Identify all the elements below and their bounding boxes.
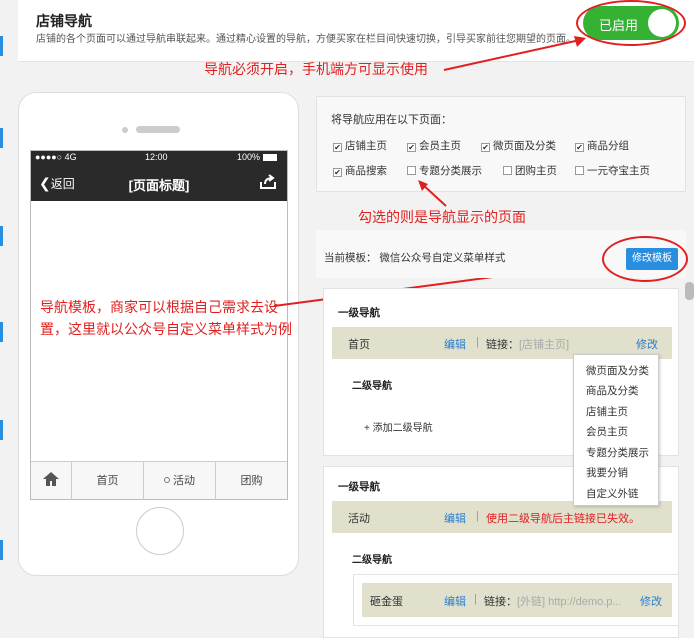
checkbox-store-home[interactable]: ✔ 店铺主页 xyxy=(333,138,387,153)
camera-dot xyxy=(122,127,128,133)
annotation-arrow xyxy=(418,180,447,207)
left-edge-marker xyxy=(0,540,3,560)
tab-groupbuy[interactable]: 团购 xyxy=(215,462,287,500)
nav-item-name: 首页 xyxy=(348,339,370,351)
nav-item-name: 活动 xyxy=(348,513,370,525)
edit-link[interactable]: 编辑 xyxy=(444,510,466,526)
dropdown-item[interactable]: 微页面及分类 xyxy=(586,363,649,378)
phone-tab-bar: 首页 活动 团购 xyxy=(31,461,287,500)
apply-heading: 将导航应用在以下页面： xyxy=(331,114,452,126)
divider: | xyxy=(476,336,479,348)
dropdown-item[interactable]: 会员主页 xyxy=(586,424,628,439)
invalid-link-notice: 使用二级导航后主链接已失效。 xyxy=(486,513,640,525)
left-edge-marker xyxy=(0,322,3,342)
divider: | xyxy=(474,593,477,605)
modify-link[interactable]: 修改 xyxy=(636,336,658,352)
dropdown-item[interactable]: 自定义外链 xyxy=(586,486,639,501)
link-info: 链接：[外链] http://demo.p... xyxy=(484,596,622,608)
dropdown-item[interactable]: 专题分类展示 xyxy=(586,445,649,460)
level2-title: 二级导航 xyxy=(352,381,392,392)
annotation-arrow xyxy=(443,36,586,71)
edit-link[interactable]: 编辑 xyxy=(444,593,466,609)
phone-home-button xyxy=(136,507,184,555)
link-info: 链接：[店铺主页] xyxy=(486,339,570,351)
home-icon[interactable] xyxy=(31,462,71,500)
level2-title: 二级导航 xyxy=(352,555,392,566)
level2-item-name: 砸金蛋 xyxy=(370,596,403,608)
left-edge-marker xyxy=(0,128,3,148)
phone-nav-bar: ❮返回 [页面标题] xyxy=(31,165,287,201)
level1-title: 一级导航 xyxy=(338,481,380,493)
share-icon[interactable] xyxy=(259,174,277,193)
checkbox-micropage[interactable]: ✔ 微页面及分类 xyxy=(481,138,556,153)
level1-title: 一级导航 xyxy=(338,307,380,319)
dropdown-item[interactable]: 店铺主页 xyxy=(586,404,628,419)
battery-icon xyxy=(263,154,277,161)
scrollbar-thumb[interactable] xyxy=(685,282,694,300)
status-bar: ●●●●○ 4G 12:00 100% xyxy=(31,151,287,165)
speaker-slot xyxy=(136,126,180,133)
edit-template-highlight-ring xyxy=(602,236,688,282)
current-template: 当前模板： 微信公众号自定义菜单样式 xyxy=(324,252,506,264)
checkbox-lottery-home[interactable]: 一元夺宝主页 xyxy=(575,163,650,178)
signal-indicator: ●●●●○ 4G xyxy=(35,152,77,162)
template-annotation: 导航模板，商家可以根据自己需求去设置，这里就以公众号自定义菜单样式为例 xyxy=(40,299,292,337)
level2-item-row: 砸金蛋 编辑 | 链接：[外链] http://demo.p... 修改 xyxy=(362,583,672,617)
left-edge-marker xyxy=(0,420,3,440)
apply-pages-panel: 将导航应用在以下页面： ✔ 店铺主页 ✔ 会员主页 ✔ 微页面及分类 ✔ 商品分组 ✔ 商… xyxy=(316,96,686,192)
page-title: 店铺导航 xyxy=(36,13,92,29)
phone-page-title: [页面标题] xyxy=(128,178,190,193)
dropdown-item[interactable]: 我要分销 xyxy=(586,465,628,480)
tab-activity[interactable]: 活动 xyxy=(143,462,215,500)
left-edge-marker xyxy=(0,226,3,246)
level2-item-box: 砸金蛋 编辑 | 链接：[外链] http://demo.p... 修改 xyxy=(353,574,679,626)
dot-icon xyxy=(164,477,170,483)
tab-home[interactable]: 首页 xyxy=(71,462,143,500)
status-time: 12:00 xyxy=(145,152,168,162)
divider: | xyxy=(476,510,479,522)
link-type-dropdown: 微页面及分类 商品及分类 店铺主页 会员主页 专题分类展示 我要分销 自定义外链 xyxy=(573,354,659,506)
checkbox-groupbuy-home[interactable]: 团购主页 xyxy=(503,163,557,178)
add-level2-button[interactable]: + 添加二级导航 xyxy=(364,419,433,434)
edit-link[interactable]: 编辑 xyxy=(444,336,466,352)
dropdown-item[interactable]: 商品及分类 xyxy=(586,383,639,398)
battery-level: 100% xyxy=(237,152,261,162)
modify-link[interactable]: 修改 xyxy=(640,593,662,609)
checkbox-member-home[interactable]: ✔ 会员主页 xyxy=(407,138,461,153)
toggle-highlight-ring xyxy=(576,0,686,46)
checkbox-product-group[interactable]: ✔ 商品分组 xyxy=(575,138,629,153)
checkbox-product-search[interactable]: ✔ 商品搜索 xyxy=(333,163,387,178)
checkbox-annotation: 勾选的则是导航显示的页面 xyxy=(358,209,526,225)
toggle-annotation: 导航必须开启，手机端方可显示使用 xyxy=(204,61,428,77)
left-edge-marker xyxy=(0,36,3,56)
